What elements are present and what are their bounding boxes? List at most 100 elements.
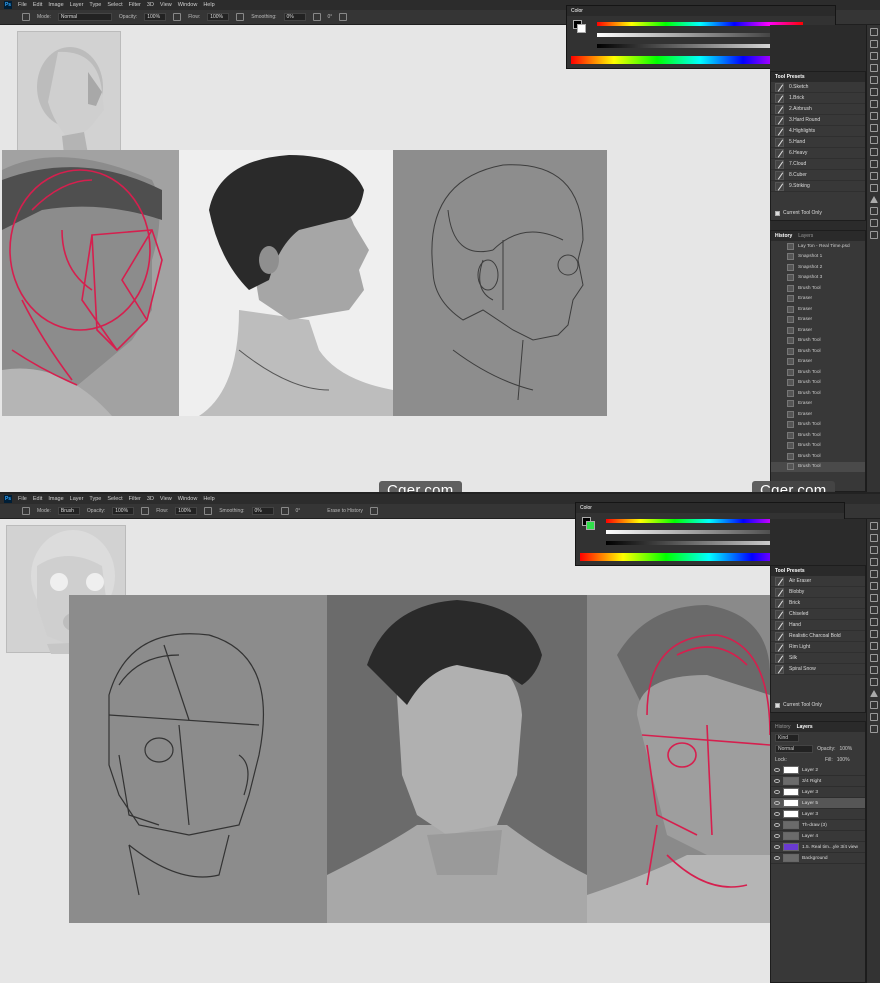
path-select-icon[interactable] [869,690,878,697]
brush-preset-icon[interactable] [22,13,30,21]
menu-file[interactable]: File [18,2,27,8]
history-snapshot[interactable]: Snapshot 1 [771,252,865,263]
history-step[interactable]: Eraser [771,304,865,315]
history-step[interactable]: Brush Tool [771,336,865,347]
menu-edit[interactable]: Edit [33,2,42,8]
history-step[interactable]: Brush Tool [771,451,865,462]
visibility-eye-icon[interactable] [774,856,780,860]
tool-preset-item[interactable]: Spiral Snow [771,664,865,675]
background-color-swatch[interactable] [577,24,586,33]
history-brush-icon[interactable] [869,618,878,626]
marquee-tool-icon[interactable] [869,40,878,48]
zoom-tool-icon[interactable] [869,725,878,733]
smoothing-field[interactable]: 0% [251,507,274,515]
menu-help[interactable]: Help [203,496,214,502]
tab-layers[interactable]: Layers [797,724,813,730]
blend-mode-select[interactable]: Normal [775,744,814,753]
tool-preset-item[interactable]: 0.Sketch [771,82,865,93]
menu-view[interactable]: View [160,2,172,8]
layer-row[interactable]: Layer 3 [771,809,865,820]
menu-select[interactable]: Select [107,496,122,502]
tool-preset-item[interactable]: 6.Heavy [771,148,865,159]
layer-row[interactable]: Layer 4 [771,831,865,842]
history-step[interactable]: Eraser [771,294,865,305]
menu-filter[interactable]: Filter [129,496,141,502]
eyedropper-tool-icon[interactable] [869,76,878,84]
shape-tool-icon[interactable] [869,207,878,215]
tool-presets-title[interactable]: Tool Presets [775,74,805,80]
menu-edit[interactable]: Edit [33,496,42,502]
pressure-size-icon[interactable] [339,13,348,21]
visibility-eye-icon[interactable] [774,779,780,783]
brush-tool-icon[interactable] [869,594,878,602]
move-tool-icon[interactable] [869,28,878,36]
tool-preset-item[interactable]: Brick [771,598,865,609]
stamp-tool-icon[interactable] [869,112,878,120]
tool-preset-item[interactable]: Hand [771,620,865,631]
visibility-eye-icon[interactable] [774,790,780,794]
menu-type[interactable]: Type [89,496,101,502]
angle-value[interactable]: 0° [328,14,333,20]
menu-file[interactable]: File [18,496,27,502]
gear-icon[interactable] [280,507,289,515]
history-step[interactable]: Brush Tool [771,378,865,389]
history-step[interactable]: Brush Tool [771,461,865,472]
erase-to-history-label[interactable]: Erase to History [327,508,363,514]
visibility-eye-icon[interactable] [774,801,780,805]
mode-select[interactable]: Normal [57,13,112,21]
eraser-tool-icon[interactable] [869,630,878,638]
eraser-tool-icon[interactable] [869,136,878,144]
lasso-tool-icon[interactable] [869,546,878,554]
tool-preset-item[interactable]: Realistic Charcoal Bold [771,631,865,642]
zoom-tool-icon[interactable] [869,231,878,239]
airbrush-icon[interactable] [236,13,245,21]
opacity-field[interactable]: 100% [144,13,167,21]
menu-image[interactable]: Image [48,2,63,8]
menu-3d[interactable]: 3D [147,496,154,502]
layer-row[interactable]: Th-draw (3) [771,820,865,831]
opacity-field[interactable]: 100% [112,507,135,515]
visibility-eye-icon[interactable] [774,823,780,827]
menu-type[interactable]: Type [89,2,101,8]
history-step[interactable]: Brush Tool [771,420,865,431]
angle-value[interactable]: 0° [296,508,301,514]
tool-preset-item[interactable]: Blobby [771,587,865,598]
tool-presets-title[interactable]: Tool Presets [775,568,805,574]
pressure-opacity-icon[interactable] [141,507,150,515]
tool-preset-item[interactable]: 7.Cloud [771,159,865,170]
history-step[interactable]: Brush Tool [771,283,865,294]
flow-field[interactable]: 100% [207,13,230,21]
layer-row[interactable]: Background [771,853,865,864]
fill-field[interactable]: 100% [837,757,850,763]
history-step[interactable]: Brush Tool [771,367,865,378]
menu-select[interactable]: Select [107,2,122,8]
history-step[interactable]: Brush Tool [771,388,865,399]
pressure-size-icon[interactable] [369,507,378,515]
history-brush-icon[interactable] [869,124,878,132]
menu-layer[interactable]: Layer [70,2,84,8]
shape-tool-icon[interactable] [869,701,878,709]
brush-tool-icon[interactable] [869,100,878,108]
history-step[interactable]: Brush Tool [771,346,865,357]
lasso-tool-icon[interactable] [869,52,878,60]
layer-opacity-field[interactable]: 100% [839,746,852,752]
document-canvas[interactable] [0,25,770,492]
layer-row[interactable]: Layer 5 [771,798,865,809]
current-tool-only[interactable]: Current Tool Only [775,210,822,216]
healing-tool-icon[interactable] [869,582,878,590]
tab-history[interactable]: History [775,724,791,730]
smoothing-field[interactable]: 0% [283,13,306,21]
airbrush-icon[interactable] [204,507,213,515]
menu-image[interactable]: Image [48,496,63,502]
crop-tool-icon[interactable] [869,558,878,566]
gear-icon[interactable] [312,13,321,21]
menu-filter[interactable]: Filter [129,2,141,8]
stamp-tool-icon[interactable] [869,606,878,614]
type-tool-icon[interactable] [869,184,878,192]
history-step[interactable]: Brush Tool [771,430,865,441]
hand-tool-icon[interactable] [869,219,878,227]
visibility-eye-icon[interactable] [774,845,780,849]
dodge-tool-icon[interactable] [869,654,878,662]
path-select-icon[interactable] [869,196,878,203]
pen-tool-icon[interactable] [869,666,878,674]
